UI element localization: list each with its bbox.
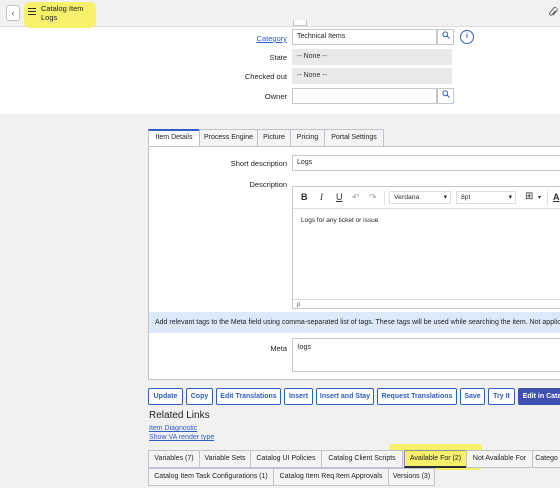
short-description-field[interactable]: Logs [292, 155, 560, 171]
update-button[interactable]: Update [148, 388, 183, 405]
chevron-left-icon: ‹ [11, 8, 15, 18]
chevron-down-icon: ▾ [508, 194, 512, 201]
undo-icon[interactable]: ↶ [352, 192, 360, 203]
tab-not-available-for[interactable]: Not Available For [466, 450, 533, 468]
font-family-select[interactable]: Verdana ▾ [389, 191, 451, 204]
search-icon[interactable] [437, 29, 454, 45]
tab-picture[interactable]: Picture [257, 129, 291, 147]
short-description-label: Short description [230, 159, 287, 168]
tab-portal-settings[interactable]: Portal Settings [324, 129, 384, 147]
checked-out-label: Checked out [244, 72, 287, 81]
tab-variables[interactable]: Variables (7) [148, 450, 200, 468]
meta-field[interactable]: logs [292, 338, 560, 372]
owner-field[interactable] [292, 88, 437, 104]
edit-translations-button[interactable]: Edit Translations [216, 388, 281, 405]
underline-button[interactable]: U [336, 192, 343, 202]
save-button[interactable]: Save [460, 388, 485, 405]
font-size-select[interactable]: 8pt ▾ [456, 191, 516, 204]
table-icon[interactable]: ⊞ [525, 191, 533, 202]
tab-categories[interactable]: Catego [532, 450, 560, 468]
tab-catalog-client-scripts[interactable]: Catalog Client Scripts [321, 450, 403, 468]
try-it-button[interactable]: Try It [488, 388, 515, 405]
tab-variable-sets[interactable]: Variable Sets [199, 450, 251, 468]
tab-process-engine[interactable]: Process Engine [199, 129, 258, 147]
state-field[interactable]: -- None -- [292, 49, 452, 65]
toolbar-divider [384, 191, 385, 205]
copy-button[interactable]: Copy [186, 388, 213, 405]
editor-toolbar: B I U ↶ ↷ Verdana ▾ 8pt ▾ ⊞ ▾ A [293, 187, 560, 209]
back-button[interactable]: ‹ [6, 5, 20, 21]
insert-and-stay-button[interactable]: Insert and Stay [316, 388, 374, 405]
description-label: Description [249, 180, 287, 189]
chevron-down-icon: ▾ [443, 194, 447, 201]
tab-available-for[interactable]: Available For (2) [404, 450, 467, 468]
tab-catalog-item-req-item-approvals[interactable]: Catalog Item Req Item Approvals [273, 468, 389, 486]
toolbar-divider [547, 191, 548, 205]
category-label[interactable]: Category [197, 34, 287, 43]
text-color-icon[interactable]: A [553, 192, 560, 202]
edit-in-catalog-builder-button[interactable]: Edit in Cata [518, 388, 560, 405]
state-label: State [269, 53, 287, 62]
tab-pricing[interactable]: Pricing [290, 129, 325, 147]
italic-button[interactable]: I [320, 192, 323, 202]
record-type-title: Catalog Item [41, 4, 84, 13]
meta-label: Meta [270, 344, 287, 353]
font-family-value: Verdana [394, 194, 420, 201]
checked-out-field[interactable]: -- None -- [292, 68, 452, 84]
field-stub [293, 20, 307, 26]
tab-catalog-item-task-configurations[interactable]: Catalog Item Task Configurations (1) [148, 468, 274, 486]
related-links-title: Related Links [149, 410, 210, 421]
form-header: ‹ Catalog Item Logs [0, 0, 560, 28]
info-icon[interactable]: i [460, 30, 474, 44]
request-translations-button[interactable]: Request Translations [377, 388, 457, 405]
font-size-value: 8pt [461, 194, 471, 201]
insert-button[interactable]: Insert [284, 388, 313, 405]
tab-catalog-ui-policies[interactable]: Catalog UI Policies [250, 450, 322, 468]
editor-path-bar: p [293, 299, 560, 310]
bold-button[interactable]: B [301, 192, 308, 202]
chevron-down-icon[interactable]: ▾ [538, 194, 541, 201]
owner-label: Owner [264, 92, 287, 101]
show-va-render-type-link[interactable]: Show VA render type [149, 434, 214, 441]
paperclip-icon[interactable] [545, 5, 559, 20]
redo-icon[interactable]: ↷ [369, 192, 377, 203]
item-diagnostic-link[interactable]: Item Diagnostic [149, 425, 197, 432]
tab-item-details[interactable]: Item Details [148, 129, 200, 147]
editor-content[interactable]: Logs for any ticket or issue [301, 217, 378, 224]
tab-versions[interactable]: Versions (3) [388, 468, 435, 486]
search-icon[interactable] [437, 88, 454, 104]
description-editor[interactable]: B I U ↶ ↷ Verdana ▾ 8pt ▾ ⊞ ▾ A Logs for a… [292, 186, 560, 309]
category-field[interactable]: Technical Items [292, 29, 437, 45]
meta-info-message: Add relevant tags to the Meta field usin… [149, 312, 560, 333]
record-name-title: Logs [41, 13, 58, 22]
hamburger-icon[interactable] [28, 8, 36, 15]
